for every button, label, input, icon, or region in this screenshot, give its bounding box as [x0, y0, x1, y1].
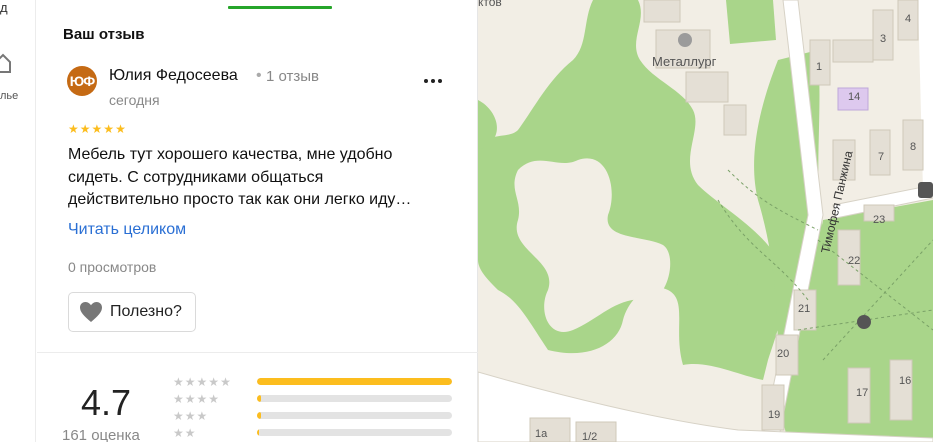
park-area — [726, 0, 776, 44]
useful-label: Полезно? — [110, 303, 182, 320]
star-icon: ★ — [91, 122, 103, 136]
review-text-line: сидеть. С сотрудниками общаться — [68, 168, 324, 186]
star-icon: ★ — [68, 122, 79, 136]
house-number: 23 — [873, 214, 885, 226]
distribution-bar-fill — [257, 429, 259, 436]
star-icon: ★ — [173, 375, 184, 389]
house-number: 16 — [899, 375, 911, 387]
star-icon: ★ — [184, 409, 196, 423]
house-number: 3 — [880, 33, 886, 45]
map-label-metallurg: Металлург — [652, 54, 717, 69]
distribution-stars: ★ ★ ★ — [173, 410, 249, 422]
house-number: 1/2 — [582, 431, 597, 442]
star-icon: ★ — [196, 409, 208, 423]
distribution-stars: ★ ★ ★ ★ ★ — [173, 376, 249, 388]
house-number: 1а — [535, 428, 548, 440]
overall-rating: 4.7 — [81, 382, 132, 423]
stadium-poi-icon — [678, 33, 692, 47]
house-number: 1 — [816, 61, 822, 73]
star-icon: ★ — [220, 375, 231, 389]
distribution-row: ★ ★ ★ — [173, 409, 452, 423]
star-icon: ★ — [173, 392, 184, 406]
star-icon: ★ — [115, 122, 126, 136]
views-count: 0 просмотров — [68, 259, 157, 275]
house-number: 22 — [848, 255, 860, 267]
building — [685, 71, 729, 103]
active-tab-indicator — [228, 6, 332, 9]
star-icon: ★ — [196, 392, 208, 406]
useful-button[interactable]: Полезно? — [68, 292, 196, 332]
house-number: 7 — [878, 151, 884, 163]
review-rating-stars: ★ ★ ★ ★ ★ — [68, 123, 126, 135]
house-number: 17 — [856, 387, 868, 399]
star-icon: ★ — [184, 375, 196, 389]
building — [723, 104, 747, 136]
rail-bottom-text: лье — [0, 90, 19, 102]
house-number: 21 — [798, 303, 810, 315]
star-icon: ★ — [184, 392, 196, 406]
building — [832, 39, 874, 63]
distribution-bar-fill — [257, 395, 261, 402]
house-number: 20 — [777, 348, 789, 360]
read-more-link[interactable]: Читать целиком — [68, 221, 186, 239]
separator-dot: • — [256, 67, 262, 84]
distribution-row: ★ ★ ★ ★ ★ — [173, 375, 452, 389]
avatar[interactable]: ЮФ — [67, 66, 97, 96]
more-dot-icon — [438, 79, 442, 83]
star-icon: ★ — [173, 409, 184, 423]
distribution-bar — [257, 378, 452, 385]
distribution-bar-fill — [257, 378, 452, 385]
more-options-button[interactable] — [419, 70, 447, 92]
distribution-bar — [257, 412, 452, 419]
more-dot-icon — [424, 79, 428, 83]
side-rail: д лье — [0, 0, 36, 442]
star-icon: ★ — [184, 426, 196, 440]
distribution-row: ★ ★ — [173, 426, 452, 440]
heart-icon — [80, 302, 102, 322]
review-text-line: действительно просто так как они легко и… — [68, 191, 412, 208]
distribution-bar-fill — [257, 412, 261, 419]
distribution-row: ★ ★ ★ ★ — [173, 392, 452, 406]
house-number: 8 — [910, 141, 916, 153]
page-title: Ваш отзыв — [63, 26, 145, 43]
distribution-bar — [257, 395, 452, 402]
review-text-line: Мебель тут хорошего качества, мне удобно — [68, 146, 393, 163]
building — [643, 0, 681, 23]
map-canvas[interactable]: ктов Металлург Тимофея Панжина 341147823… — [478, 0, 933, 442]
star-icon: ★ — [79, 122, 91, 136]
more-dot-icon — [431, 79, 435, 83]
distribution-stars: ★ ★ — [173, 427, 249, 439]
star-icon: ★ — [196, 375, 208, 389]
star-icon: ★ — [103, 122, 115, 136]
star-icon: ★ — [208, 392, 220, 406]
distribution-stars: ★ ★ ★ ★ — [173, 393, 249, 405]
ratings-count: 161 оценка — [62, 427, 140, 442]
review-date: сегодня — [109, 92, 160, 108]
home-icon[interactable] — [0, 52, 12, 74]
map-view[interactable]: ктов Металлург Тимофея Панжина 3 4 1 14 7 8 23… — [478, 0, 933, 442]
author-review-count: 1 отзыв — [266, 68, 320, 85]
review-text: Мебель тут хорошего качества, мне удобно… — [68, 144, 448, 212]
house-number: 14 — [848, 91, 860, 103]
review-panel: Ваш отзыв ЮФ Юлия Федосеева • 1 отзыв се… — [37, 0, 478, 442]
house-number: 19 — [768, 409, 780, 421]
map-control-icon — [918, 182, 933, 198]
author-name[interactable]: Юлия Федосеева — [109, 67, 238, 85]
house-number: 4 — [905, 13, 911, 25]
star-icon: ★ — [208, 375, 220, 389]
divider — [37, 352, 478, 353]
rail-top-text: д — [0, 0, 8, 15]
star-icon: ★ — [173, 426, 184, 440]
building — [889, 359, 913, 421]
map-label-top: ктов — [478, 0, 502, 9]
distribution-bar — [257, 429, 452, 436]
building — [761, 384, 785, 431]
playground-poi-icon — [857, 315, 871, 329]
